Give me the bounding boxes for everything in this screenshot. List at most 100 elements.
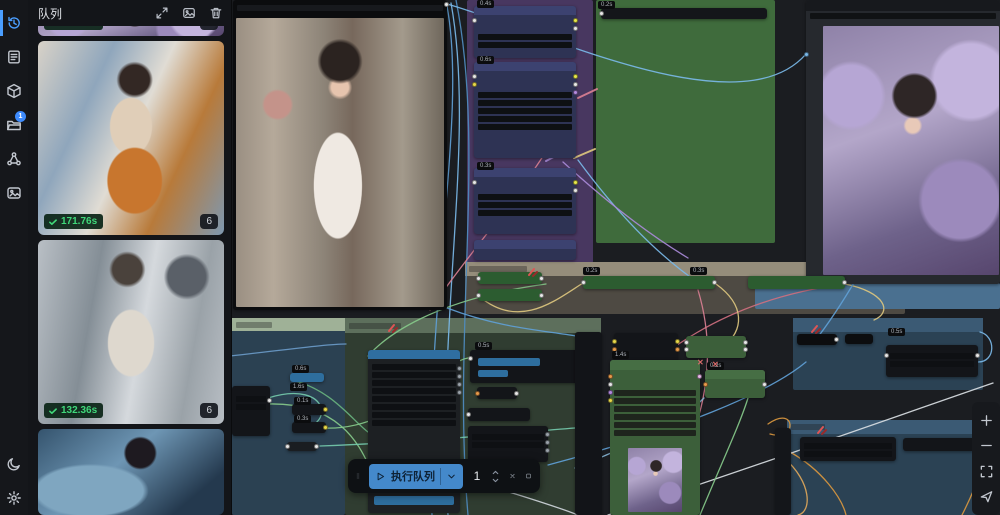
- node-collapsed[interactable]: [292, 404, 326, 415]
- photo-icon[interactable]: [182, 6, 196, 20]
- port[interactable]: [573, 18, 578, 23]
- node-value-bar[interactable]: [374, 496, 454, 505]
- port[interactable]: [842, 280, 847, 285]
- sidebar-item-workflow[interactable]: [0, 142, 28, 176]
- node-widget-row[interactable]: [478, 116, 572, 122]
- node-column[interactable]: [775, 428, 791, 515]
- node-widget-row[interactable]: [478, 194, 572, 200]
- sidebar-item-cube[interactable]: [0, 74, 28, 108]
- node-widget-row[interactable]: [472, 442, 544, 448]
- queue-item[interactable]: 171.76s6: [38, 41, 224, 235]
- node[interactable]: [686, 336, 746, 358]
- port[interactable]: [884, 353, 889, 358]
- node-widget-row[interactable]: [614, 398, 696, 404]
- node-widget-row[interactable]: [236, 396, 266, 402]
- node-collapsed[interactable]: [478, 289, 542, 301]
- node-widget-row[interactable]: [372, 412, 456, 418]
- node[interactable]: [468, 426, 548, 462]
- port[interactable]: [573, 82, 578, 87]
- port[interactable]: [457, 390, 462, 395]
- port[interactable]: [573, 74, 578, 79]
- port[interactable]: [743, 347, 748, 352]
- node-widget-row[interactable]: [372, 420, 456, 426]
- port[interactable]: [545, 432, 550, 437]
- node-widget-row[interactable]: [614, 422, 696, 428]
- port[interactable]: [684, 340, 689, 345]
- port[interactable]: [514, 391, 519, 396]
- port[interactable]: [468, 356, 473, 361]
- node-collapsed[interactable]: [468, 408, 530, 421]
- node-widget-row[interactable]: [614, 414, 696, 420]
- group-header[interactable]: [345, 318, 601, 333]
- port[interactable]: [612, 339, 617, 344]
- node-widget-row[interactable]: [237, 5, 443, 11]
- node-widget-row[interactable]: [478, 108, 572, 114]
- queue-item[interactable]: [38, 429, 224, 515]
- port[interactable]: [545, 440, 550, 445]
- port[interactable]: [323, 407, 328, 412]
- port[interactable]: [323, 425, 328, 430]
- node-widget-row[interactable]: [804, 443, 892, 449]
- stepper-up-icon[interactable]: [491, 469, 500, 476]
- node-widget-row[interactable]: [810, 13, 996, 19]
- node-collapsed[interactable]: [290, 373, 324, 382]
- port[interactable]: [573, 90, 578, 95]
- port[interactable]: [703, 382, 708, 387]
- sidebar-item-moon[interactable]: [0, 447, 28, 481]
- sidebar-item-gallery[interactable]: [0, 176, 28, 210]
- node-widget-row[interactable]: [478, 92, 572, 98]
- port[interactable]: [267, 398, 272, 403]
- node-title-bar[interactable]: [474, 240, 576, 249]
- node-widget-row[interactable]: [804, 451, 892, 457]
- node-widget-row[interactable]: [478, 100, 572, 106]
- port[interactable]: [457, 366, 462, 371]
- port[interactable]: [975, 353, 980, 358]
- port[interactable]: [675, 339, 680, 344]
- batch-count-stepper[interactable]: [491, 469, 500, 484]
- node-value-bar[interactable]: [478, 358, 540, 366]
- node-widget-row[interactable]: [372, 364, 456, 370]
- port[interactable]: [475, 391, 480, 396]
- port[interactable]: [466, 412, 471, 417]
- node-widget-row[interactable]: [372, 372, 456, 378]
- node-widget-row[interactable]: [478, 202, 572, 208]
- node-collapsed[interactable]: [583, 276, 715, 289]
- port[interactable]: [697, 374, 702, 379]
- port[interactable]: [444, 2, 449, 7]
- node[interactable]: [470, 350, 578, 383]
- port[interactable]: [457, 374, 462, 379]
- node-collapsed[interactable]: [748, 276, 845, 289]
- bypass-icon[interactable]: [810, 321, 822, 331]
- node[interactable]: [232, 386, 270, 436]
- port[interactable]: [743, 340, 748, 345]
- group-green[interactable]: [596, 0, 775, 243]
- node-widget-row[interactable]: [472, 434, 544, 440]
- node-widget-row[interactable]: [614, 390, 696, 396]
- bypass-icon[interactable]: [816, 422, 828, 432]
- node-strip[interactable]: [601, 8, 767, 19]
- node[interactable]: [474, 168, 576, 234]
- stepper-down-icon[interactable]: [491, 477, 500, 484]
- node-widget-row[interactable]: [478, 210, 572, 216]
- port[interactable]: [573, 26, 578, 31]
- port[interactable]: [608, 382, 613, 387]
- port[interactable]: [472, 180, 477, 185]
- batch-count-value[interactable]: 1: [472, 469, 482, 483]
- node[interactable]: [474, 62, 576, 158]
- port[interactable]: [599, 11, 604, 16]
- port[interactable]: [581, 280, 586, 285]
- port[interactable]: [573, 188, 578, 193]
- node-title-bar[interactable]: [806, 0, 1000, 11]
- chevron-down-icon[interactable]: [446, 471, 457, 482]
- node-widget-row[interactable]: [614, 406, 696, 412]
- pointer-icon[interactable]: [979, 489, 994, 504]
- port[interactable]: [834, 337, 839, 342]
- port[interactable]: [675, 347, 680, 352]
- node-widget-row[interactable]: [372, 396, 456, 402]
- port[interactable]: [476, 276, 481, 281]
- node-widget-row[interactable]: [614, 430, 696, 436]
- node-widget-row[interactable]: [372, 388, 456, 394]
- port[interactable]: [804, 52, 809, 57]
- node-value-bar[interactable]: [478, 370, 508, 377]
- sidebar-item-gear[interactable]: [0, 481, 28, 515]
